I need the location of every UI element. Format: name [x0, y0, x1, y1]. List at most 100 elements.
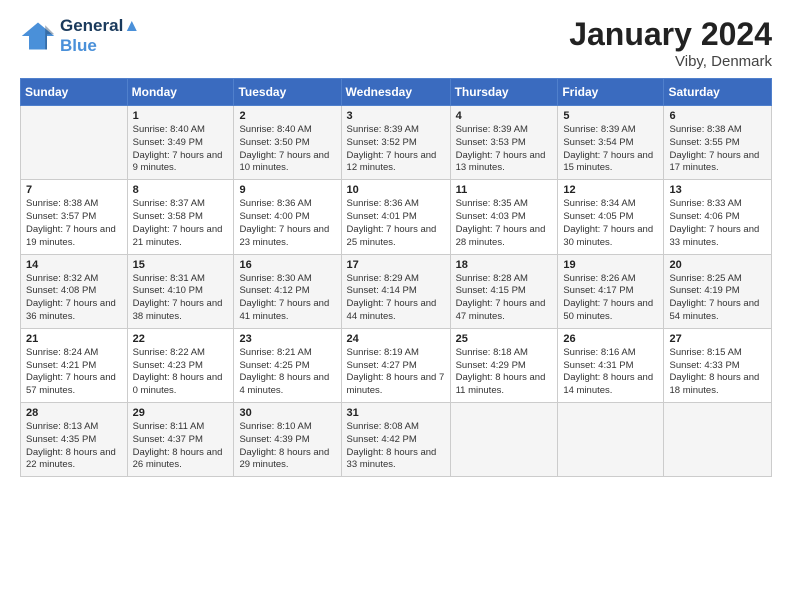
logo-icon	[20, 18, 56, 54]
day-info: Sunrise: 8:13 AM Sunset: 4:35 PM Dayligh…	[26, 421, 122, 472]
calendar-cell: 30 Sunrise: 8:10 AM Sunset: 4:39 PM Dayl…	[234, 403, 341, 477]
col-monday: Monday	[127, 79, 234, 106]
calendar-cell: 25 Sunrise: 8:18 AM Sunset: 4:29 PM Dayl…	[450, 328, 558, 402]
calendar-cell: 23 Sunrise: 8:21 AM Sunset: 4:25 PM Dayl…	[234, 328, 341, 402]
calendar-cell: 26 Sunrise: 8:16 AM Sunset: 4:31 PM Dayl…	[558, 328, 664, 402]
calendar-cell	[450, 403, 558, 477]
day-info: Sunrise: 8:24 AM Sunset: 4:21 PM Dayligh…	[26, 347, 122, 398]
calendar-page: General▲ Blue January 2024 Viby, Denmark…	[0, 0, 792, 487]
day-number: 12	[563, 184, 658, 196]
day-number: 24	[347, 333, 445, 345]
calendar-cell: 8 Sunrise: 8:37 AM Sunset: 3:58 PM Dayli…	[127, 180, 234, 254]
day-number: 28	[26, 407, 122, 419]
day-info: Sunrise: 8:40 AM Sunset: 3:49 PM Dayligh…	[133, 124, 229, 175]
calendar-week-3: 14 Sunrise: 8:32 AM Sunset: 4:08 PM Dayl…	[21, 254, 772, 328]
day-info: Sunrise: 8:15 AM Sunset: 4:33 PM Dayligh…	[669, 347, 766, 398]
calendar-cell: 12 Sunrise: 8:34 AM Sunset: 4:05 PM Dayl…	[558, 180, 664, 254]
calendar-cell: 4 Sunrise: 8:39 AM Sunset: 3:53 PM Dayli…	[450, 106, 558, 180]
day-info: Sunrise: 8:34 AM Sunset: 4:05 PM Dayligh…	[563, 198, 658, 249]
day-number: 21	[26, 333, 122, 345]
calendar-cell: 22 Sunrise: 8:22 AM Sunset: 4:23 PM Dayl…	[127, 328, 234, 402]
calendar-cell: 10 Sunrise: 8:36 AM Sunset: 4:01 PM Dayl…	[341, 180, 450, 254]
day-number: 20	[669, 259, 766, 271]
day-number: 8	[133, 184, 229, 196]
calendar-week-4: 21 Sunrise: 8:24 AM Sunset: 4:21 PM Dayl…	[21, 328, 772, 402]
day-number: 5	[563, 110, 658, 122]
calendar-cell: 31 Sunrise: 8:08 AM Sunset: 4:42 PM Dayl…	[341, 403, 450, 477]
day-info: Sunrise: 8:16 AM Sunset: 4:31 PM Dayligh…	[563, 347, 658, 398]
day-info: Sunrise: 8:22 AM Sunset: 4:23 PM Dayligh…	[133, 347, 229, 398]
day-info: Sunrise: 8:08 AM Sunset: 4:42 PM Dayligh…	[347, 421, 445, 472]
calendar-cell: 18 Sunrise: 8:28 AM Sunset: 4:15 PM Dayl…	[450, 254, 558, 328]
day-number: 11	[456, 184, 553, 196]
calendar-body: 1 Sunrise: 8:40 AM Sunset: 3:49 PM Dayli…	[21, 106, 772, 477]
day-number: 2	[239, 110, 335, 122]
calendar-week-1: 1 Sunrise: 8:40 AM Sunset: 3:49 PM Dayli…	[21, 106, 772, 180]
day-info: Sunrise: 8:19 AM Sunset: 4:27 PM Dayligh…	[347, 347, 445, 398]
calendar-cell: 7 Sunrise: 8:38 AM Sunset: 3:57 PM Dayli…	[21, 180, 128, 254]
logo-text: General▲ Blue	[60, 16, 140, 55]
day-number: 27	[669, 333, 766, 345]
calendar-cell: 6 Sunrise: 8:38 AM Sunset: 3:55 PM Dayli…	[664, 106, 772, 180]
calendar-week-5: 28 Sunrise: 8:13 AM Sunset: 4:35 PM Dayl…	[21, 403, 772, 477]
day-info: Sunrise: 8:32 AM Sunset: 4:08 PM Dayligh…	[26, 273, 122, 324]
col-sunday: Sunday	[21, 79, 128, 106]
calendar-cell: 2 Sunrise: 8:40 AM Sunset: 3:50 PM Dayli…	[234, 106, 341, 180]
day-number: 6	[669, 110, 766, 122]
day-info: Sunrise: 8:39 AM Sunset: 3:54 PM Dayligh…	[563, 124, 658, 175]
calendar-cell: 17 Sunrise: 8:29 AM Sunset: 4:14 PM Dayl…	[341, 254, 450, 328]
location: Viby, Denmark	[569, 53, 772, 70]
day-number: 3	[347, 110, 445, 122]
day-info: Sunrise: 8:37 AM Sunset: 3:58 PM Dayligh…	[133, 198, 229, 249]
day-number: 18	[456, 259, 553, 271]
day-info: Sunrise: 8:39 AM Sunset: 3:53 PM Dayligh…	[456, 124, 553, 175]
day-number: 25	[456, 333, 553, 345]
day-info: Sunrise: 8:33 AM Sunset: 4:06 PM Dayligh…	[669, 198, 766, 249]
calendar-cell: 29 Sunrise: 8:11 AM Sunset: 4:37 PM Dayl…	[127, 403, 234, 477]
day-number: 16	[239, 259, 335, 271]
day-number: 7	[26, 184, 122, 196]
day-number: 10	[347, 184, 445, 196]
calendar-cell	[558, 403, 664, 477]
day-number: 30	[239, 407, 335, 419]
calendar-cell	[21, 106, 128, 180]
day-info: Sunrise: 8:31 AM Sunset: 4:10 PM Dayligh…	[133, 273, 229, 324]
day-info: Sunrise: 8:26 AM Sunset: 4:17 PM Dayligh…	[563, 273, 658, 324]
day-number: 13	[669, 184, 766, 196]
col-saturday: Saturday	[664, 79, 772, 106]
day-info: Sunrise: 8:11 AM Sunset: 4:37 PM Dayligh…	[133, 421, 229, 472]
day-info: Sunrise: 8:36 AM Sunset: 4:01 PM Dayligh…	[347, 198, 445, 249]
calendar-cell: 20 Sunrise: 8:25 AM Sunset: 4:19 PM Dayl…	[664, 254, 772, 328]
calendar-cell: 5 Sunrise: 8:39 AM Sunset: 3:54 PM Dayli…	[558, 106, 664, 180]
calendar-cell: 9 Sunrise: 8:36 AM Sunset: 4:00 PM Dayli…	[234, 180, 341, 254]
logo: General▲ Blue	[20, 16, 140, 55]
col-friday: Friday	[558, 79, 664, 106]
calendar-cell: 28 Sunrise: 8:13 AM Sunset: 4:35 PM Dayl…	[21, 403, 128, 477]
calendar-table: Sunday Monday Tuesday Wednesday Thursday…	[20, 78, 772, 477]
calendar-cell: 27 Sunrise: 8:15 AM Sunset: 4:33 PM Dayl…	[664, 328, 772, 402]
month-year: January 2024	[569, 16, 772, 53]
day-info: Sunrise: 8:39 AM Sunset: 3:52 PM Dayligh…	[347, 124, 445, 175]
day-number: 26	[563, 333, 658, 345]
day-info: Sunrise: 8:29 AM Sunset: 4:14 PM Dayligh…	[347, 273, 445, 324]
day-info: Sunrise: 8:38 AM Sunset: 3:57 PM Dayligh…	[26, 198, 122, 249]
day-info: Sunrise: 8:35 AM Sunset: 4:03 PM Dayligh…	[456, 198, 553, 249]
calendar-cell	[664, 403, 772, 477]
day-info: Sunrise: 8:30 AM Sunset: 4:12 PM Dayligh…	[239, 273, 335, 324]
day-number: 15	[133, 259, 229, 271]
calendar-cell: 19 Sunrise: 8:26 AM Sunset: 4:17 PM Dayl…	[558, 254, 664, 328]
day-number: 31	[347, 407, 445, 419]
calendar-cell: 1 Sunrise: 8:40 AM Sunset: 3:49 PM Dayli…	[127, 106, 234, 180]
day-info: Sunrise: 8:28 AM Sunset: 4:15 PM Dayligh…	[456, 273, 553, 324]
day-info: Sunrise: 8:18 AM Sunset: 4:29 PM Dayligh…	[456, 347, 553, 398]
calendar-cell: 14 Sunrise: 8:32 AM Sunset: 4:08 PM Dayl…	[21, 254, 128, 328]
day-info: Sunrise: 8:40 AM Sunset: 3:50 PM Dayligh…	[239, 124, 335, 175]
day-info: Sunrise: 8:10 AM Sunset: 4:39 PM Dayligh…	[239, 421, 335, 472]
col-wednesday: Wednesday	[341, 79, 450, 106]
day-number: 4	[456, 110, 553, 122]
header-row: Sunday Monday Tuesday Wednesday Thursday…	[21, 79, 772, 106]
day-number: 1	[133, 110, 229, 122]
col-thursday: Thursday	[450, 79, 558, 106]
calendar-cell: 15 Sunrise: 8:31 AM Sunset: 4:10 PM Dayl…	[127, 254, 234, 328]
day-number: 23	[239, 333, 335, 345]
